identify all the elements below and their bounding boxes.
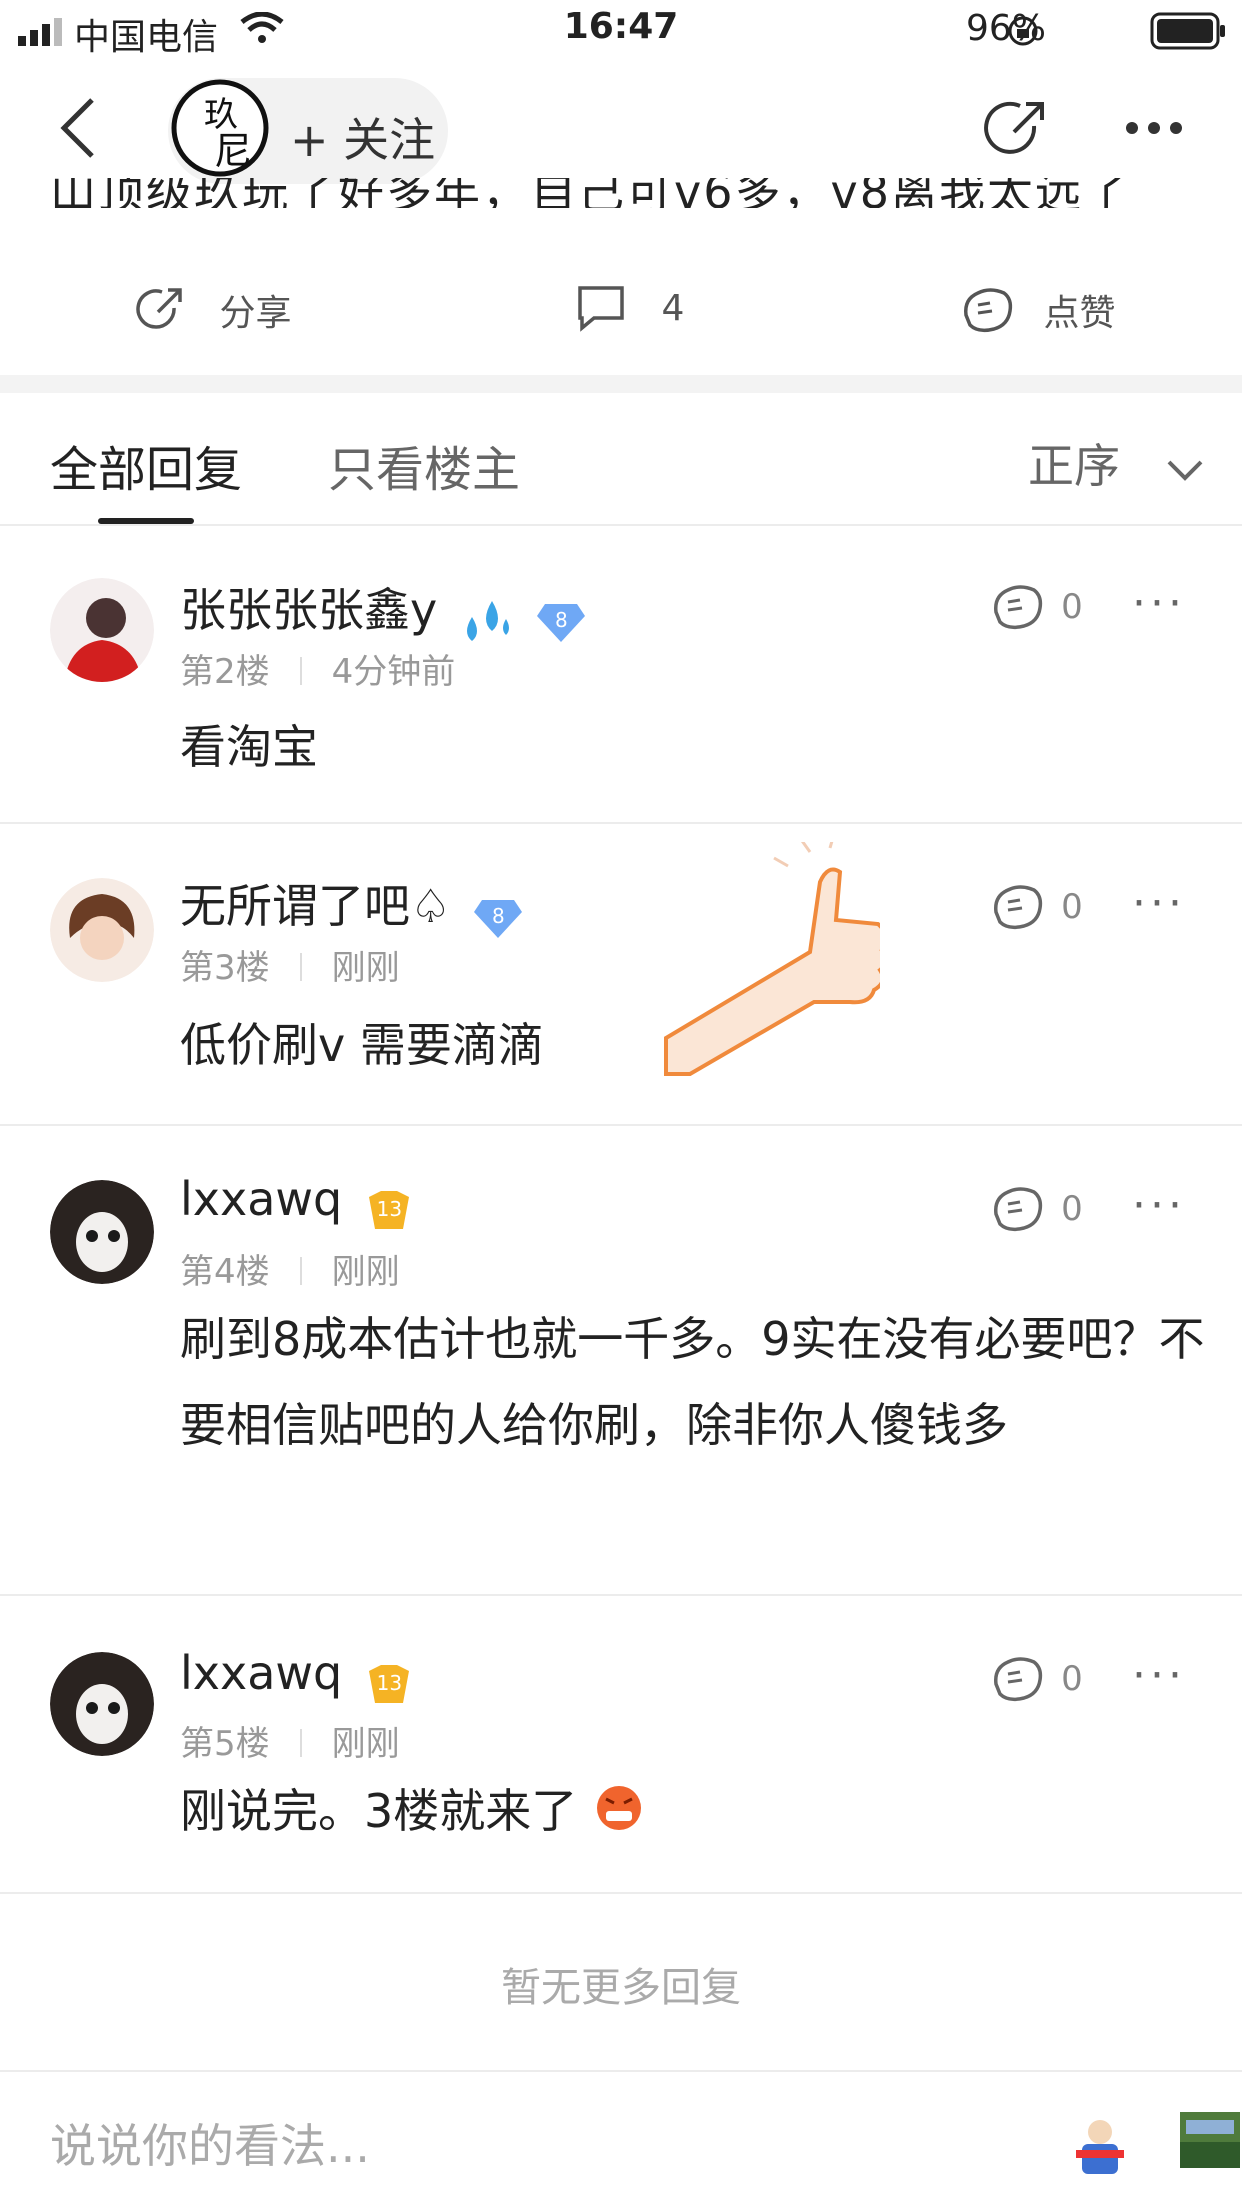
post-actions: 分享 4 点赞 xyxy=(0,270,1242,350)
reply-content-row: 刚说完。3楼就来了 xyxy=(180,1768,1180,1854)
level-number: 8 xyxy=(555,607,568,632)
like-action[interactable]: 点赞 xyxy=(960,284,1115,336)
reply-more-button[interactable]: ··· xyxy=(1132,1180,1186,1231)
user-avatar[interactable] xyxy=(50,878,154,982)
reply-time: 刚刚 xyxy=(331,1252,400,1292)
reply-item: lxxawq 13 第4楼 刚刚 刷到8成本估计也就一千多。9实在没有必要吧？不要… xyxy=(0,1126,1242,1594)
user-avatar[interactable] xyxy=(50,578,154,682)
reply-like-button[interactable]: 0 xyxy=(990,582,1083,632)
reply-meta: 第3楼 刚刚 xyxy=(180,940,400,989)
battery-icon xyxy=(1150,12,1225,50)
user-name-row: 张张张张鑫y 8 xyxy=(180,574,587,647)
level-gem-badge: 8 xyxy=(472,896,524,940)
clock: 16:47 xyxy=(563,6,679,47)
username[interactable]: 张张张张鑫y xyxy=(180,583,437,637)
svg-text:尼: 尼 xyxy=(214,129,252,173)
username[interactable]: lxxawq xyxy=(180,1646,342,1700)
reply-content: 看淘宝 xyxy=(180,720,318,774)
tab-owner-only[interactable]: 只看楼主 xyxy=(328,430,520,500)
like-count: 0 xyxy=(1061,887,1083,927)
status-bar: 中国电信 16:47 96% xyxy=(0,0,1242,60)
thumbs-up-sticker xyxy=(664,842,880,1076)
back-icon[interactable] xyxy=(58,96,98,160)
level-crown-badge: 13 xyxy=(363,1189,415,1233)
reply-like-button[interactable]: 0 xyxy=(990,1184,1083,1234)
share-icon xyxy=(136,288,182,329)
no-more-replies: 暂无更多回复 xyxy=(501,1965,741,2011)
sort-order-toggle[interactable]: 正序 xyxy=(1028,430,1205,496)
comment-count: 4 xyxy=(661,287,685,329)
like-count: 0 xyxy=(1061,587,1083,627)
level-number: 13 xyxy=(376,1670,403,1695)
username[interactable]: 无所谓了吧♤ xyxy=(180,879,451,933)
reply-content: 刚说完。3楼就来了 xyxy=(180,1784,578,1838)
reply-item: 张张张张鑫y 8 第2楼 4分钟前 看淘宝 0 ··· xyxy=(0,526,1242,822)
like-hand-icon xyxy=(994,1657,1043,1702)
user-name-row: lxxawq 13 xyxy=(180,1646,415,1707)
image-thumbnail-icon[interactable] xyxy=(1180,2112,1240,2168)
comment-icon xyxy=(578,286,624,332)
forum-avatar[interactable]: 玖 尼 xyxy=(170,78,270,178)
user-name-row: lxxawq 13 xyxy=(180,1172,415,1233)
comment-action[interactable]: 4 xyxy=(576,284,684,332)
reply-time: 刚刚 xyxy=(331,1724,400,1764)
share-label: 分享 xyxy=(219,293,292,334)
user-avatar[interactable] xyxy=(50,1652,154,1756)
nav-bar: 玖 尼 + 关注 xyxy=(0,70,1242,184)
reply-more-button[interactable]: ··· xyxy=(1132,1650,1186,1701)
level-gem-badge: 8 xyxy=(535,600,587,644)
level-number: 8 xyxy=(491,903,505,928)
like-hand-icon xyxy=(994,585,1043,630)
reply-item: lxxawq 13 第5楼 刚刚 刚说完。3楼就来了 0 ··· xyxy=(0,1596,1242,1892)
like-hand-icon xyxy=(994,885,1043,930)
comment-input[interactable]: 说说你的看法... xyxy=(50,2110,370,2176)
post-body-truncated: 山顶级玖玩了好多年，自己可v6多，v8离我太远了 xyxy=(50,178,1131,208)
input-divider xyxy=(0,2070,1242,2072)
reply-like-button[interactable]: 0 xyxy=(990,882,1083,932)
reply-meta: 第4楼 刚刚 xyxy=(180,1244,400,1293)
user-avatar[interactable] xyxy=(50,1180,154,1284)
floor-number: 第5楼 xyxy=(180,1724,270,1764)
reply-time: 刚刚 xyxy=(331,948,400,988)
cartoon-sticker-icon[interactable] xyxy=(1068,2116,1132,2180)
chevron-down-icon xyxy=(1167,460,1203,481)
more-icon[interactable] xyxy=(1124,120,1184,136)
sweat-drops-emoji-icon xyxy=(467,600,510,641)
floor-number: 第2楼 xyxy=(180,652,270,692)
like-label: 点赞 xyxy=(1043,293,1116,334)
angry-face-emoji-icon xyxy=(597,1786,642,1830)
reply-time: 4分钟前 xyxy=(331,652,456,692)
section-divider xyxy=(0,375,1242,393)
level-crown-badge: 13 xyxy=(363,1663,415,1707)
like-count: 0 xyxy=(1061,1659,1083,1699)
follow-button[interactable]: + 关注 xyxy=(290,104,435,170)
share-icon[interactable] xyxy=(984,96,1050,162)
sort-order-label: 正序 xyxy=(1028,439,1120,493)
like-count: 0 xyxy=(1061,1189,1083,1229)
like-hand-icon xyxy=(994,1187,1043,1232)
reply-item: 无所谓了吧♤ 8 第3楼 刚刚 低价刷v 需要滴滴 0 ··· xyxy=(0,824,1242,1124)
reply-divider xyxy=(0,1892,1242,1894)
floor-number: 第3楼 xyxy=(180,948,270,988)
reply-content: 刷到8成本估计也就一千多。9实在没有必要吧？不要相信贴吧的人给你刷，除非你人傻钱… xyxy=(180,1312,1205,1452)
reply-more-button[interactable]: ··· xyxy=(1132,578,1186,629)
tab-all-replies[interactable]: 全部回复 xyxy=(50,430,242,500)
level-number: 13 xyxy=(376,1196,403,1221)
like-hand-icon xyxy=(964,288,1013,333)
share-action[interactable]: 分享 xyxy=(136,284,291,336)
username[interactable]: lxxawq xyxy=(180,1172,342,1226)
reply-meta: 第2楼 4分钟前 xyxy=(180,644,455,693)
battery-percent: 96% xyxy=(965,8,1046,49)
floor-number: 第4楼 xyxy=(180,1252,270,1292)
reply-meta: 第5楼 刚刚 xyxy=(180,1716,400,1765)
reply-more-button[interactable]: ··· xyxy=(1132,878,1186,929)
reply-like-button[interactable]: 0 xyxy=(990,1654,1083,1704)
user-name-row: 无所谓了吧♤ 8 xyxy=(180,870,524,940)
